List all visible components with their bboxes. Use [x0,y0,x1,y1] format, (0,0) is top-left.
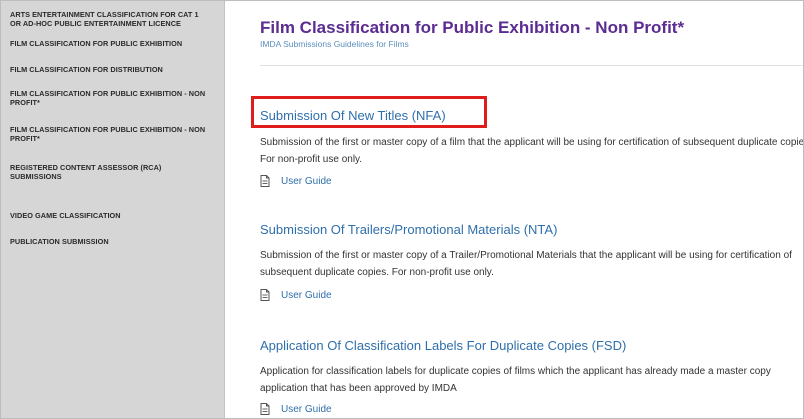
user-guide-label: User Guide [281,175,332,187]
user-guide-link-nta[interactable]: User Guide [260,289,332,301]
sidebar-item-video-game[interactable]: VIDEO GAME CLASSIFICATION [10,211,210,220]
sidebar-item-publication[interactable]: PUBLICATION SUBMISSION [10,237,210,246]
user-guide-link-nfa[interactable]: User Guide [260,175,332,187]
page-title: Film Classification for Public Exhibitio… [260,18,685,37]
document-icon [260,175,270,187]
sidebar-item-film-public-exhibition-non-profit-2[interactable]: FILM CLASSIFICATION FOR PUBLIC EXHIBITIO… [10,125,210,143]
section-title-fsd[interactable]: Application Of Classification Labels For… [260,338,626,353]
highlight-box [251,96,487,128]
divider [260,65,803,66]
sidebar-item-film-public-exhibition[interactable]: FILM CLASSIFICATION FOR PUBLIC EXHIBITIO… [10,39,210,48]
section-title-nta[interactable]: Submission Of Trailers/Promotional Mater… [260,222,557,237]
sidebar-item-film-distribution[interactable]: FILM CLASSIFICATION FOR DISTRIBUTION [10,65,210,74]
sidebar-item-rca-submissions[interactable]: REGISTERED CONTENT ASSESSOR (RCA) SUBMIS… [10,163,210,181]
section-desc-nta: Submission of the first or master copy o… [260,250,792,278]
user-guide-label: User Guide [281,403,332,415]
sidebar-item-film-public-exhibition-non-profit-1[interactable]: FILM CLASSIFICATION FOR PUBLIC EXHIBITIO… [10,89,210,107]
main-content: Film Classification for Public Exhibitio… [225,1,803,418]
app-frame: ARTS ENTERTAINMENT CLASSIFICATION FOR CA… [0,0,804,419]
sidebar-item-arts-entertainment[interactable]: ARTS ENTERTAINMENT CLASSIFICATION FOR CA… [10,10,210,28]
document-icon [260,289,270,301]
section-desc-fsd: Application for classification labels fo… [260,366,771,394]
user-guide-label: User Guide [281,289,332,301]
section-desc-nfa: Submission of the first or master copy o… [260,137,804,165]
document-icon [260,403,270,415]
page-subtitle-link[interactable]: IMDA Submissions Guidelines for Films [260,39,409,49]
sidebar: ARTS ENTERTAINMENT CLASSIFICATION FOR CA… [1,1,225,418]
user-guide-link-fsd[interactable]: User Guide [260,403,332,415]
